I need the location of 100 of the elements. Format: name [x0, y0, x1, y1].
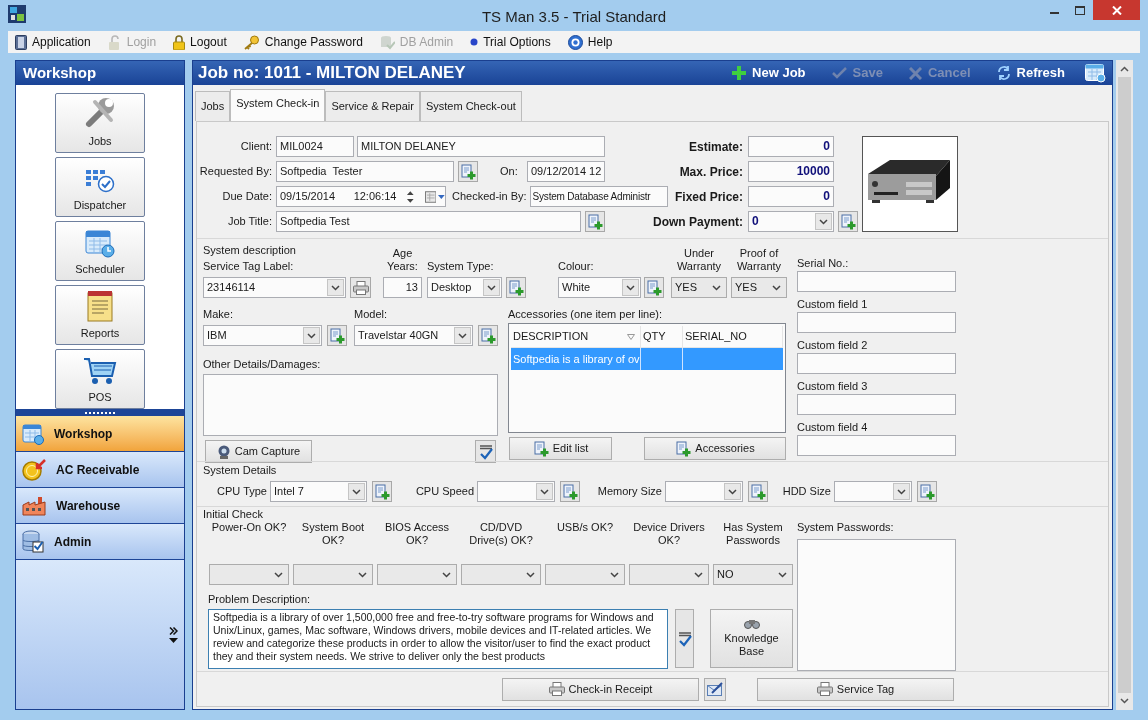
add-button[interactable]: [748, 481, 768, 502]
tab[interactable]: Jobs: [195, 91, 231, 121]
shopping-cart-icon: [83, 355, 117, 386]
add-button[interactable]: [917, 481, 937, 502]
amount-field[interactable]: 0: [748, 136, 834, 157]
add-button[interactable]: [838, 211, 858, 232]
accessories-button[interactable]: Accessories: [644, 437, 786, 460]
spellcheck-button[interactable]: [675, 609, 694, 668]
dropdown-field[interactable]: [377, 564, 457, 585]
nav-item[interactable]: Admin: [16, 524, 184, 560]
age-field[interactable]: 13: [383, 277, 422, 298]
chevron-down-icon: [626, 284, 635, 291]
scrollbar-thumb[interactable]: [1118, 77, 1131, 693]
text-field[interactable]: [797, 353, 956, 374]
add-button[interactable]: [478, 325, 498, 346]
tool-button[interactable]: Scheduler: [55, 221, 145, 281]
tab[interactable]: Service & Repair: [325, 91, 420, 121]
tool-button[interactable]: POS: [55, 349, 145, 409]
text-field[interactable]: [797, 312, 956, 333]
chevron-down-icon: [897, 488, 906, 495]
amount-dropdown[interactable]: 0: [748, 211, 834, 232]
cam-capture-button[interactable]: Cam Capture: [205, 440, 312, 463]
dropdown-field[interactable]: [461, 564, 541, 585]
menu-item[interactable]: Trial Options: [470, 33, 551, 51]
date-field[interactable]: 09/12/2014 12: [527, 161, 605, 182]
job-title-field[interactable]: Softpedia Test: [276, 211, 581, 232]
close-button[interactable]: [1093, 0, 1140, 20]
dropdown-field[interactable]: YES: [671, 277, 727, 298]
tab[interactable]: System Check-in: [230, 89, 326, 121]
requested-by-field[interactable]: Softpedia Tester: [276, 161, 454, 182]
field-label: Custom field 3: [797, 379, 869, 393]
menu-item[interactable]: Application: [15, 33, 91, 51]
check-in-receipt-button[interactable]: Check-in Receipt: [502, 677, 699, 701]
nav-item[interactable]: Warehouse: [16, 488, 184, 524]
add-button[interactable]: [458, 161, 478, 182]
key-icon: [243, 34, 260, 50]
dropdown-field[interactable]: Travelstar 40GN: [354, 325, 473, 346]
amount-field[interactable]: 0: [748, 186, 834, 207]
add-button[interactable]: [327, 325, 347, 346]
coin-arrow-icon: [22, 458, 46, 481]
menu-item[interactable]: Logout: [173, 33, 227, 51]
tool-button[interactable]: Dispatcher: [55, 157, 145, 217]
column-header[interactable]: QTY: [641, 326, 683, 347]
dropdown-field[interactable]: [477, 481, 555, 502]
text-area[interactable]: [797, 539, 956, 671]
overflow-button[interactable]: [169, 626, 178, 635]
calendar-icon: [424, 190, 437, 203]
spellcheck-button[interactable]: [475, 440, 496, 463]
dropdown-field[interactable]: Intel 7: [270, 481, 367, 502]
column-header[interactable]: DESCRIPTION: [511, 326, 641, 347]
problem-description-field[interactable]: Softpedia is a library of over 1,500,000 free and free-to-try software programs for Windows and Unix/Linux, games, Mac software, Windows drivers, mobile devices and IT-related articles. We review and categorize these products in order to allow the visitor/user to find the exact product they and their system needs. We strive to deliver only the best products: [208, 609, 668, 669]
client-name-field[interactable]: MILTON DELANEY: [357, 136, 605, 157]
add-button[interactable]: [585, 211, 605, 232]
toolbar-button[interactable]: New Job: [732, 63, 806, 83]
dropdown-field[interactable]: YES: [731, 277, 787, 298]
dropdown-field[interactable]: White: [558, 277, 641, 298]
knowledge-base-button[interactable]: Knowledge Base: [710, 609, 793, 668]
tab[interactable]: System Check-out: [419, 91, 522, 121]
text-field[interactable]: [797, 271, 956, 292]
menu-item[interactable]: Change Password: [243, 33, 363, 51]
text-field[interactable]: [797, 394, 956, 415]
dropdown-field[interactable]: [545, 564, 625, 585]
field-label: System Boot OK?: [300, 521, 366, 548]
text-field[interactable]: [797, 435, 956, 456]
dropdown-field[interactable]: NO: [713, 564, 793, 585]
dropdown-field[interactable]: [629, 564, 709, 585]
client-code-field[interactable]: MIL0024: [276, 136, 354, 157]
scrollbar[interactable]: [1116, 60, 1133, 710]
dropdown-field[interactable]: Desktop: [427, 277, 502, 298]
calendar-button[interactable]: [1085, 63, 1106, 83]
field-label: Custom field 4: [797, 420, 869, 434]
menu-item[interactable]: Help: [567, 33, 613, 51]
dropdown-field[interactable]: [665, 481, 743, 502]
add-button[interactable]: [644, 277, 664, 298]
add-button[interactable]: [372, 481, 392, 502]
nav-item[interactable]: AC Receivable: [16, 452, 184, 488]
dropdown-field[interactable]: [209, 564, 289, 585]
datetime-field[interactable]: 09/15/2014 12:06:14: [276, 186, 446, 207]
splitter-handle[interactable]: [16, 409, 184, 416]
add-button[interactable]: [506, 277, 526, 298]
tool-button[interactable]: Reports: [55, 285, 145, 345]
add-button[interactable]: [560, 481, 580, 502]
checked-in-by-field[interactable]: System Database Administr: [529, 186, 668, 207]
column-header[interactable]: SERIAL_NO: [683, 326, 783, 347]
dropdown-field[interactable]: [293, 564, 373, 585]
nav-item[interactable]: Workshop: [16, 416, 184, 452]
field-label: CPU Type: [216, 484, 268, 500]
dropdown-field[interactable]: [834, 481, 912, 502]
dropdown-field[interactable]: IBM: [203, 325, 322, 346]
document-plus-icon: [508, 279, 524, 296]
field-label: Service Tag Label:: [203, 260, 295, 273]
toolbar-button[interactable]: Refresh: [996, 63, 1065, 83]
print-button[interactable]: [350, 277, 371, 298]
tool-button[interactable]: Jobs: [55, 93, 145, 153]
email-button[interactable]: [704, 677, 726, 701]
amount-field[interactable]: 10000: [748, 161, 834, 182]
refresh-icon: [996, 66, 1011, 80]
service-tag-button[interactable]: Service Tag: [757, 677, 954, 701]
dropdown-field[interactable]: 23146114: [203, 277, 346, 298]
edit-list-button[interactable]: Edit list: [509, 437, 612, 460]
